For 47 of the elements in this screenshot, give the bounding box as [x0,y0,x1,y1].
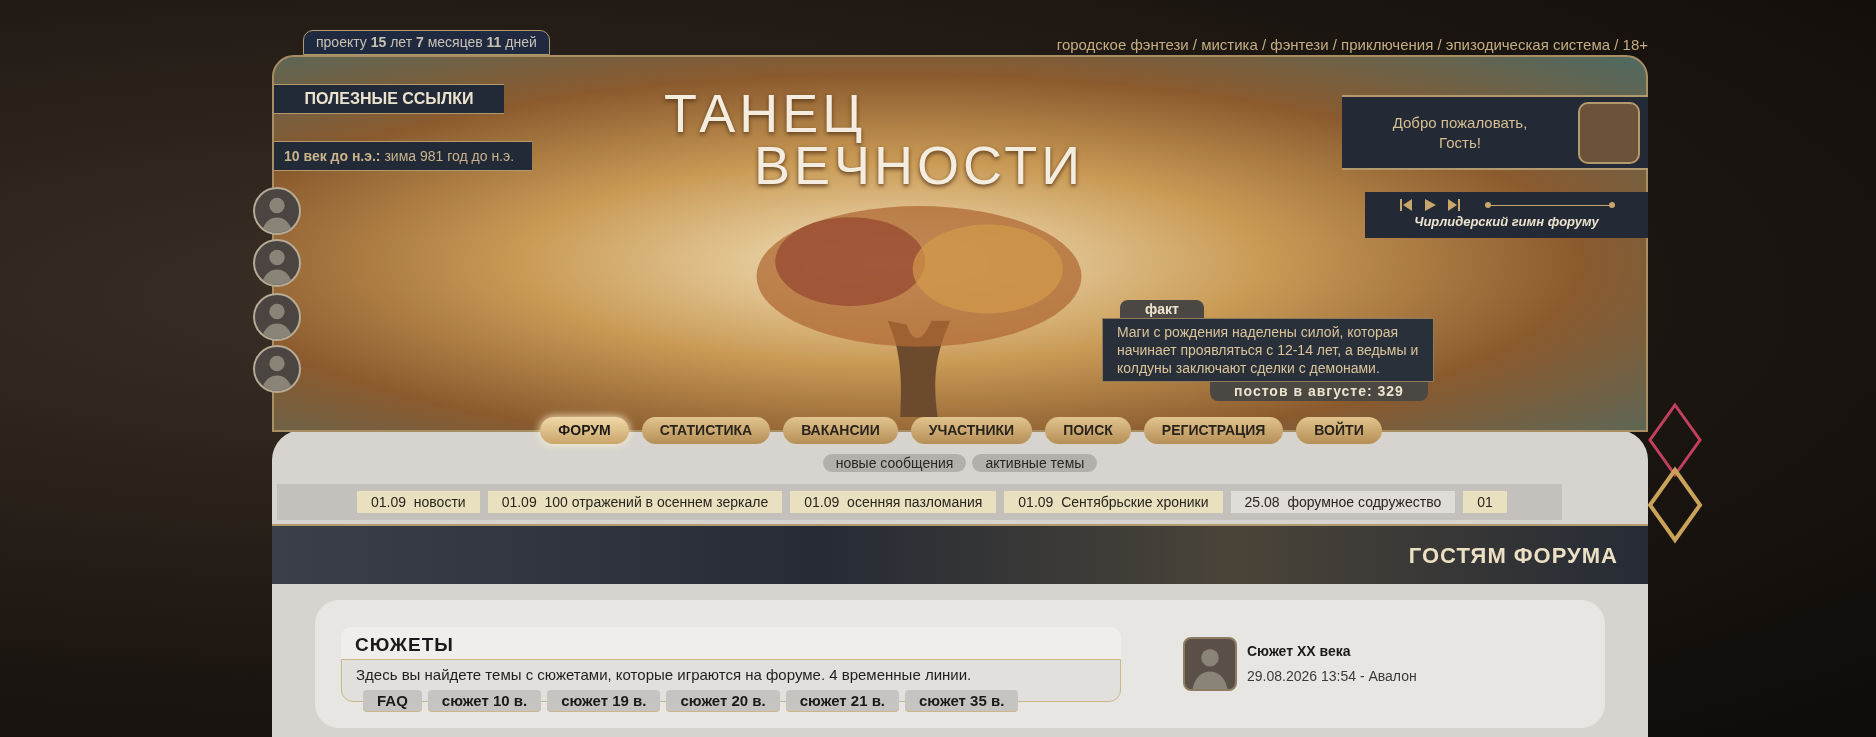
nav-tab[interactable]: ВОЙТИ [1296,417,1382,444]
news-item[interactable]: 01 [1463,491,1507,513]
fact-label: факт [1120,300,1204,318]
last-post-topic[interactable]: Сюжет XX века [1247,641,1417,662]
avatar[interactable] [253,345,301,393]
fact-text: Маги с рождения наделены силой, которая начинает проявляться с 12-14 лет, а ведьмы и колдуны заключают сделки с демонами. [1102,318,1434,382]
avatar[interactable] [1183,637,1237,691]
nav-tab[interactable]: СТАТИСТИКА [641,417,771,444]
forum-title[interactable]: СЮЖЕТЫ [355,630,1107,659]
photo-placeholder [1578,101,1640,164]
news-item[interactable]: 01.09 100 отражений в осеннем зеркале [487,491,783,513]
forum-description: Здесь вы найдете темы с сюжетами, которые играются на форуме. 4 временные линии. [356,665,973,685]
game-date: 10 век до н.э.: зима 981 год до н.э. [274,141,532,171]
nav-tab[interactable]: ФОРУМ [540,417,629,444]
nav-tab[interactable]: ПОИСК [1045,417,1131,444]
useful-links-button[interactable]: ПОЛЕЗНЫЕ ССЫЛКИ [274,84,504,114]
track-title: Чирлидерский гимн форуму [1414,213,1599,232]
previous-icon[interactable] [1398,198,1413,213]
nav-tab[interactable]: УЧАСТНИКИ [910,417,1033,444]
news-item[interactable]: 01.09 осенняя пазломания [790,491,997,513]
last-post-meta: 29.08.2026 13:54 - Авалон [1247,667,1417,686]
avatar[interactable] [253,293,301,341]
next-icon[interactable] [1446,198,1461,213]
progress-track[interactable] [1484,201,1615,210]
quick-link[interactable]: новые сообщения [822,454,967,472]
quick-link[interactable]: активные темы [972,454,1098,472]
news-item[interactable]: 01.09 новости [357,491,480,513]
subforum-link[interactable]: сюжет 21 в. [785,689,900,712]
subforum-link[interactable]: FAQ [363,689,422,712]
avatar[interactable] [253,187,301,235]
news-item[interactable]: 01.09 Сентябрьские хроники [1004,491,1223,513]
nav-tab[interactable]: ВАКАНСИИ [783,417,898,444]
forum-logo: ТАНЕЦ ВЕЧНОСТИ [664,87,1085,191]
subforum-link[interactable]: сюжет 35 в. [905,689,1019,712]
avatar[interactable] [253,239,301,287]
project-age-badge: проекту 15 лет 7 месяцев 11 дней [303,30,550,55]
play-icon[interactable] [1422,198,1437,213]
section-title: ГОСТЯМ ФОРУМА [1408,541,1618,570]
subforum-link[interactable]: сюжет 20 в. [666,689,780,712]
welcome-text: Добро пожаловать, Гость! [1391,112,1529,153]
nav-tab[interactable]: РЕГИСТРАЦИЯ [1143,417,1284,444]
progress-thumb[interactable] [1484,202,1491,209]
subforum-link[interactable]: сюжет 19 в. [547,689,661,712]
genre-list: городское фэнтези / мистика / фэнтези / приключения / эпизодическая система / 18+ [1056,34,1648,57]
news-item[interactable]: 25.08 форумное содружество [1230,491,1456,513]
subforum-link[interactable]: сюжет 10 в. [427,689,542,712]
posts-count: постов в августе: 329 [1210,382,1428,401]
